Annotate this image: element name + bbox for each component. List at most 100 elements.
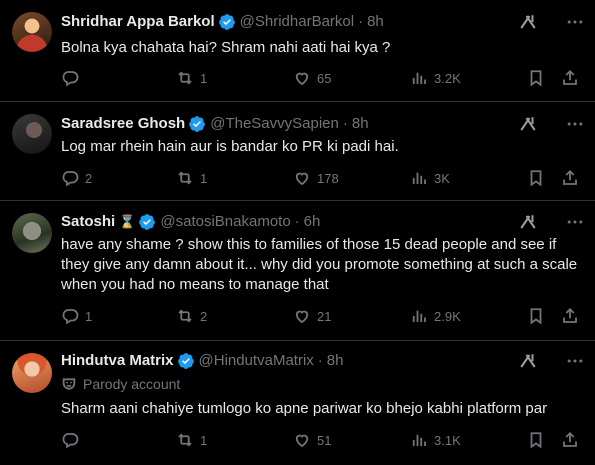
like-count: 178 xyxy=(317,170,339,186)
avatar[interactable] xyxy=(12,114,52,154)
share-button[interactable] xyxy=(561,169,579,187)
retweet-count: 1 xyxy=(200,170,208,186)
timestamp[interactable]: 6h xyxy=(304,213,321,231)
tweet[interactable]: Saradsree Ghosh @TheSavvySapien · 8h Log… xyxy=(0,102,595,200)
author-handle[interactable]: @HindutvaMatrix xyxy=(199,352,314,370)
bookmark-button[interactable] xyxy=(527,169,545,187)
more-icon[interactable] xyxy=(565,114,585,134)
like-icon xyxy=(293,69,311,87)
reply-button[interactable] xyxy=(61,69,85,87)
author-name[interactable]: Saradsree Ghosh xyxy=(61,115,185,133)
separator-dot: · xyxy=(294,213,300,230)
tweet-text: have any shame ? show this to families o… xyxy=(61,236,578,293)
timestamp[interactable]: 8h xyxy=(367,13,384,31)
separator-dot: · xyxy=(342,115,348,132)
share-button[interactable] xyxy=(561,69,579,87)
views-button[interactable]: 3K xyxy=(410,169,450,187)
avatar[interactable] xyxy=(12,213,52,253)
author-handle[interactable]: @ShridharBarkol xyxy=(240,13,354,31)
author-handle[interactable]: @satosiBnakamoto xyxy=(160,213,290,231)
retweet-icon xyxy=(176,169,194,187)
tweet-header: Satoshi ⌛ @satosiBnakamoto · 6h xyxy=(61,213,320,231)
author-name[interactable]: Shridhar Appa Barkol xyxy=(61,13,215,31)
retweet-button[interactable]: 1 xyxy=(176,169,207,187)
like-count: 51 xyxy=(317,432,332,448)
timestamp[interactable]: 8h xyxy=(327,352,344,370)
views-button[interactable]: 2.9K xyxy=(410,307,461,325)
reply-icon xyxy=(61,169,79,187)
tweet-actions: 1 51 3.1K xyxy=(0,431,595,451)
grok-icon[interactable] xyxy=(519,115,537,133)
like-icon xyxy=(293,307,311,325)
retweet-count: 1 xyxy=(200,432,208,448)
views-icon xyxy=(410,172,428,184)
parody-mask-icon xyxy=(61,376,77,392)
bookmark-button[interactable] xyxy=(527,431,545,449)
reply-icon xyxy=(61,307,79,325)
like-icon xyxy=(293,169,311,187)
reply-button[interactable] xyxy=(61,431,85,449)
share-icon xyxy=(561,169,579,187)
retweet-button[interactable]: 1 xyxy=(176,69,207,87)
verified-badge-icon xyxy=(139,214,156,230)
bookmark-icon xyxy=(527,69,545,87)
tweet[interactable]: Satoshi ⌛ @satosiBnakamoto · 6h have any… xyxy=(0,201,595,340)
tweet[interactable]: Hindutva Matrix @HindutvaMatrix · 8h Par… xyxy=(0,341,595,465)
separator-dot: · xyxy=(317,352,323,369)
hourglass-emoji-icon: ⌛ xyxy=(119,214,136,229)
more-icon[interactable] xyxy=(565,212,585,232)
like-count: 65 xyxy=(317,70,332,86)
timestamp[interactable]: 8h xyxy=(352,115,369,133)
bookmark-icon xyxy=(527,169,545,187)
retweet-icon xyxy=(176,431,194,449)
tweet-header: Shridhar Appa Barkol @ShridharBarkol · 8… xyxy=(61,13,384,31)
reply-button[interactable]: 2 xyxy=(61,169,92,187)
tweet-header: Saradsree Ghosh @TheSavvySapien · 8h xyxy=(61,115,369,133)
avatar[interactable] xyxy=(12,353,52,393)
share-icon xyxy=(561,307,579,325)
views-count: 2.9K xyxy=(434,308,461,324)
like-button[interactable]: 21 xyxy=(293,307,331,325)
like-button[interactable]: 178 xyxy=(293,169,339,187)
author-name[interactable]: Satoshi xyxy=(61,213,115,231)
tweet-text: Log mar rhein hain aur is bandar ko PR k… xyxy=(61,138,399,155)
retweet-icon xyxy=(176,307,194,325)
grok-icon[interactable] xyxy=(519,352,537,370)
share-button[interactable] xyxy=(561,307,579,325)
views-button[interactable]: 3.1K xyxy=(410,431,461,449)
grok-icon[interactable] xyxy=(519,13,537,31)
more-icon[interactable] xyxy=(565,12,585,32)
author-name[interactable]: Hindutva Matrix xyxy=(61,352,174,370)
retweet-count: 1 xyxy=(200,70,208,86)
reply-button[interactable]: 1 xyxy=(61,307,92,325)
tweet-actions: 1 65 3.2K xyxy=(0,69,595,89)
tweet[interactable]: Shridhar Appa Barkol @ShridharBarkol · 8… xyxy=(0,0,595,101)
like-button[interactable]: 51 xyxy=(293,431,331,449)
reply-icon xyxy=(61,431,79,449)
bookmark-button[interactable] xyxy=(527,69,545,87)
more-icon[interactable] xyxy=(565,351,585,371)
tweet-text: Bolna kya chahata hai? Shram nahi aati h… xyxy=(61,39,391,56)
verified-badge-icon xyxy=(177,353,194,369)
tweet-header: Hindutva Matrix @HindutvaMatrix · 8h xyxy=(61,352,343,370)
retweet-icon xyxy=(176,69,194,87)
retweet-button[interactable]: 2 xyxy=(176,307,207,325)
bookmark-button[interactable] xyxy=(527,307,545,325)
retweet-count: 2 xyxy=(200,308,208,324)
retweet-button[interactable]: 1 xyxy=(176,431,207,449)
grok-icon[interactable] xyxy=(519,213,537,231)
avatar[interactable] xyxy=(12,12,52,52)
share-icon xyxy=(561,69,579,87)
author-handle[interactable]: @TheSavvySapien xyxy=(210,115,339,133)
like-button[interactable]: 65 xyxy=(293,69,331,87)
views-button[interactable]: 3.2K xyxy=(410,69,461,87)
views-count: 3K xyxy=(434,170,450,186)
bookmark-icon xyxy=(527,307,545,325)
parody-label: Parody account xyxy=(61,376,180,392)
bookmark-icon xyxy=(527,431,545,449)
like-icon xyxy=(293,431,311,449)
views-count: 3.1K xyxy=(434,432,461,448)
tweet-text: Sharm aani chahiye tumlogo ko apne pariw… xyxy=(61,400,548,417)
share-button[interactable] xyxy=(561,431,579,449)
views-icon xyxy=(410,72,428,84)
